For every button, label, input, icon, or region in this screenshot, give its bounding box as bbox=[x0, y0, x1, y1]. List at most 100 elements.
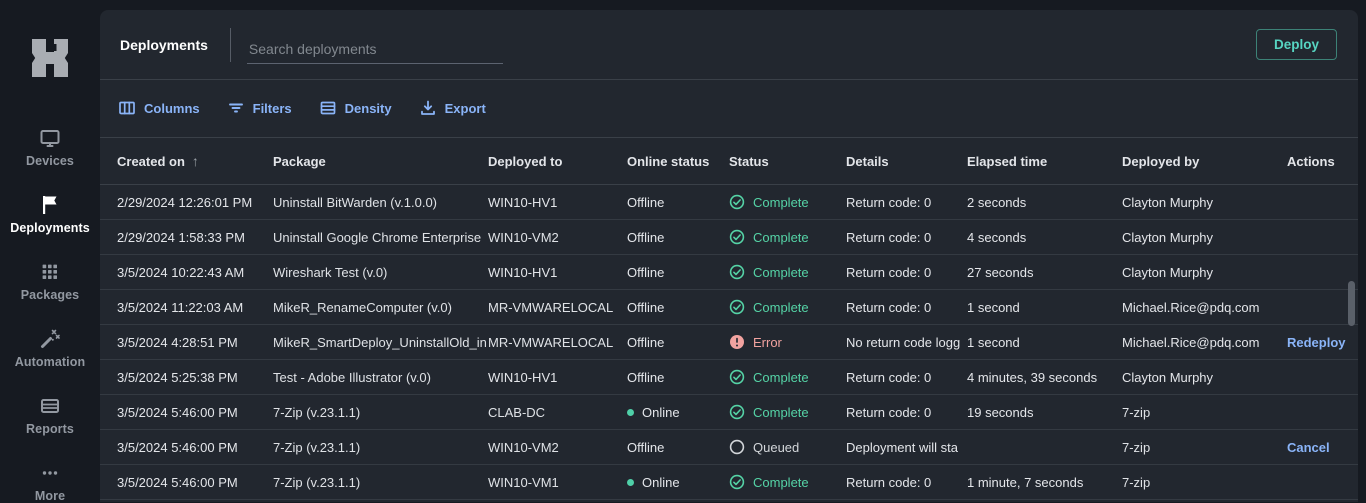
deployed-to-cell: MR-VMWARELOCAL bbox=[488, 300, 627, 315]
package-link[interactable]: MikeR_RenameComputer (v.0) bbox=[273, 300, 452, 315]
status-complete-icon bbox=[729, 299, 745, 315]
table-row[interactable]: 2/29/2024 1:58:33 PM Uninstall Google Ch… bbox=[100, 220, 1358, 255]
export-button[interactable]: Export bbox=[419, 99, 486, 117]
status-cell: Complete bbox=[729, 369, 846, 385]
column-header-deployed-to[interactable]: Deployed to bbox=[488, 154, 627, 169]
packages-icon bbox=[38, 260, 62, 284]
sidebar-item-reports[interactable]: Reports bbox=[26, 394, 74, 436]
package-link[interactable]: 7-Zip (v.23.1.1) bbox=[273, 440, 360, 455]
table-row[interactable]: 3/5/2024 5:25:38 PM Test - Adobe Illustr… bbox=[100, 360, 1358, 395]
deployed-to-cell: WIN10-HV1 bbox=[488, 195, 627, 210]
created-on-cell: 3/5/2024 5:46:00 PM bbox=[117, 404, 238, 420]
row-action-link[interactable]: Redeploy bbox=[1287, 335, 1346, 350]
deployed-by-cell: Clayton Murphy bbox=[1122, 195, 1287, 210]
toolbar-button-label: Density bbox=[344, 100, 392, 116]
panel-header: Deployments Deploy bbox=[100, 10, 1358, 80]
sidebar-nav: Devices Deployments Packages Automation … bbox=[0, 126, 100, 503]
details-cell: Return code: 0 bbox=[846, 404, 932, 420]
details-cell: Return code: 0 bbox=[846, 264, 932, 280]
table-row[interactable]: 3/5/2024 5:46:00 PM 7-Zip (v.23.1.1) WIN… bbox=[100, 465, 1358, 500]
online-status-cell: Offline bbox=[627, 299, 665, 315]
package-link[interactable]: Wireshark Test (v.0) bbox=[273, 265, 387, 280]
density-icon bbox=[319, 99, 337, 117]
search-input[interactable] bbox=[246, 35, 503, 64]
details-cell: Deployment will sta bbox=[846, 439, 958, 455]
table-row[interactable]: 3/5/2024 5:46:00 PM 7-Zip (v.23.1.1) CLA… bbox=[100, 395, 1358, 430]
status-cell: Complete bbox=[729, 474, 846, 490]
column-header-status[interactable]: Status bbox=[729, 154, 846, 169]
created-on-cell: 3/5/2024 10:22:43 AM bbox=[117, 264, 245, 280]
table-row[interactable]: 2/29/2024 12:26:01 PM Uninstall BitWarde… bbox=[100, 185, 1358, 220]
details-cell: Return code: 0 bbox=[846, 299, 932, 315]
sidebar-item-packages[interactable]: Packages bbox=[21, 260, 79, 302]
deployed-by-link: Clayton Murphy bbox=[1122, 229, 1214, 245]
package-link[interactable]: Test - Adobe Illustrator (v.0) bbox=[273, 370, 431, 385]
row-action-link[interactable]: Cancel bbox=[1287, 440, 1330, 455]
sidebar-item-label: Automation bbox=[14, 355, 86, 369]
density-button[interactable]: Density bbox=[319, 99, 392, 117]
package-link[interactable]: 7-Zip (v.23.1.1) bbox=[273, 405, 360, 420]
actions-cell: Cancel bbox=[1287, 440, 1358, 455]
sidebar-item-more[interactable]: More bbox=[35, 461, 65, 503]
package-link[interactable]: Uninstall BitWarden (v.1.0.0) bbox=[273, 195, 437, 210]
sidebar-item-deployments[interactable]: Deployments bbox=[10, 193, 90, 235]
vertical-scrollbar[interactable] bbox=[1348, 281, 1355, 326]
main-panel: Deployments Deploy Columns Filters Densi… bbox=[100, 10, 1358, 502]
online-status-cell: Offline bbox=[627, 229, 665, 245]
package-link[interactable]: Uninstall Google Chrome Enterprise bbox=[273, 230, 481, 245]
details-cell: Return code: 0 bbox=[846, 194, 932, 210]
table-row[interactable]: 3/5/2024 11:22:03 AM MikeR_RenameCompute… bbox=[100, 290, 1358, 325]
header-divider bbox=[229, 27, 231, 62]
columns-button[interactable]: Columns bbox=[118, 99, 200, 117]
created-on-cell: 3/5/2024 11:22:03 AM bbox=[117, 299, 244, 315]
devices-icon bbox=[38, 126, 62, 150]
toolbar-button-label: Filters bbox=[252, 100, 292, 116]
sidebar-item-devices[interactable]: Devices bbox=[26, 126, 74, 168]
deploy-button[interactable]: Deploy bbox=[1255, 29, 1337, 60]
elapsed-time-cell: 2 seconds bbox=[967, 194, 1027, 210]
online-status-cell: Offline bbox=[627, 194, 665, 210]
column-header-details[interactable]: Details bbox=[846, 154, 967, 169]
package-link[interactable]: 7-Zip (v.23.1.1) bbox=[273, 475, 360, 490]
deployed-to-link[interactable]: MR-VMWARELOCAL bbox=[488, 300, 613, 315]
deployed-to-link[interactable]: WIN10-VM2 bbox=[488, 230, 559, 245]
deployed-to-link[interactable]: WIN10-VM1 bbox=[488, 475, 559, 490]
sidebar-item-label: Deployments bbox=[10, 221, 90, 235]
filters-button[interactable]: Filters bbox=[227, 99, 292, 117]
status-complete-icon bbox=[729, 229, 745, 245]
deployed-by-cell: Clayton Murphy bbox=[1122, 230, 1287, 245]
status-cell: Complete bbox=[729, 194, 846, 210]
column-header-actions[interactable]: Actions bbox=[1287, 154, 1358, 169]
online-status-cell: Offline bbox=[627, 369, 665, 385]
elapsed-time-cell: 27 seconds bbox=[967, 264, 1034, 280]
actions-cell: Redeploy bbox=[1287, 335, 1358, 350]
package-link[interactable]: MikeR_SmartDeploy_UninstallOld_in bbox=[273, 335, 487, 350]
deployed-by-link[interactable]: 7-zip bbox=[1122, 405, 1150, 420]
status-badge: Error bbox=[753, 334, 782, 350]
table-row[interactable]: 3/5/2024 4:28:51 PM MikeR_SmartDeploy_Un… bbox=[100, 325, 1358, 360]
sidebar-item-automation[interactable]: Automation bbox=[15, 327, 85, 369]
deployed-by-link[interactable]: 7-zip bbox=[1122, 440, 1150, 455]
deployed-to-link[interactable]: CLAB-DC bbox=[488, 405, 545, 420]
column-header-online-status[interactable]: Online status bbox=[627, 154, 729, 169]
elapsed-time-cell: 4 seconds bbox=[967, 229, 1027, 245]
column-header-elapsed-time[interactable]: Elapsed time bbox=[967, 154, 1122, 169]
table-row[interactable]: 3/5/2024 10:22:43 AM Wireshark Test (v.0… bbox=[100, 255, 1358, 290]
package-cell: Wireshark Test (v.0) bbox=[273, 265, 488, 280]
elapsed-time-cell: 1 second bbox=[967, 334, 1020, 350]
elapsed-time-cell: 1 second bbox=[967, 299, 1020, 315]
deployed-to-link[interactable]: MR-VMWARELOCAL bbox=[488, 335, 613, 350]
deployed-by-link[interactable]: 7-zip bbox=[1122, 475, 1150, 490]
column-header-created-on[interactable]: Created on ↑ bbox=[117, 153, 273, 169]
deployed-to-link[interactable]: WIN10-VM2 bbox=[488, 440, 559, 455]
pdq-logo[interactable] bbox=[22, 30, 78, 86]
created-on-cell: 3/5/2024 4:28:51 PM bbox=[117, 334, 238, 350]
table-row[interactable]: 3/5/2024 5:46:00 PM 7-Zip (v.23.1.1) WIN… bbox=[100, 430, 1358, 465]
package-cell: Test - Adobe Illustrator (v.0) bbox=[273, 370, 488, 385]
status-badge: Complete bbox=[753, 264, 809, 280]
status-complete-icon bbox=[729, 194, 745, 210]
column-header-package[interactable]: Package bbox=[273, 154, 488, 169]
column-header-deployed-by[interactable]: Deployed by bbox=[1122, 154, 1287, 169]
online-dot-icon bbox=[627, 408, 634, 416]
deployed-to-cell: WIN10-HV1 bbox=[488, 370, 627, 385]
